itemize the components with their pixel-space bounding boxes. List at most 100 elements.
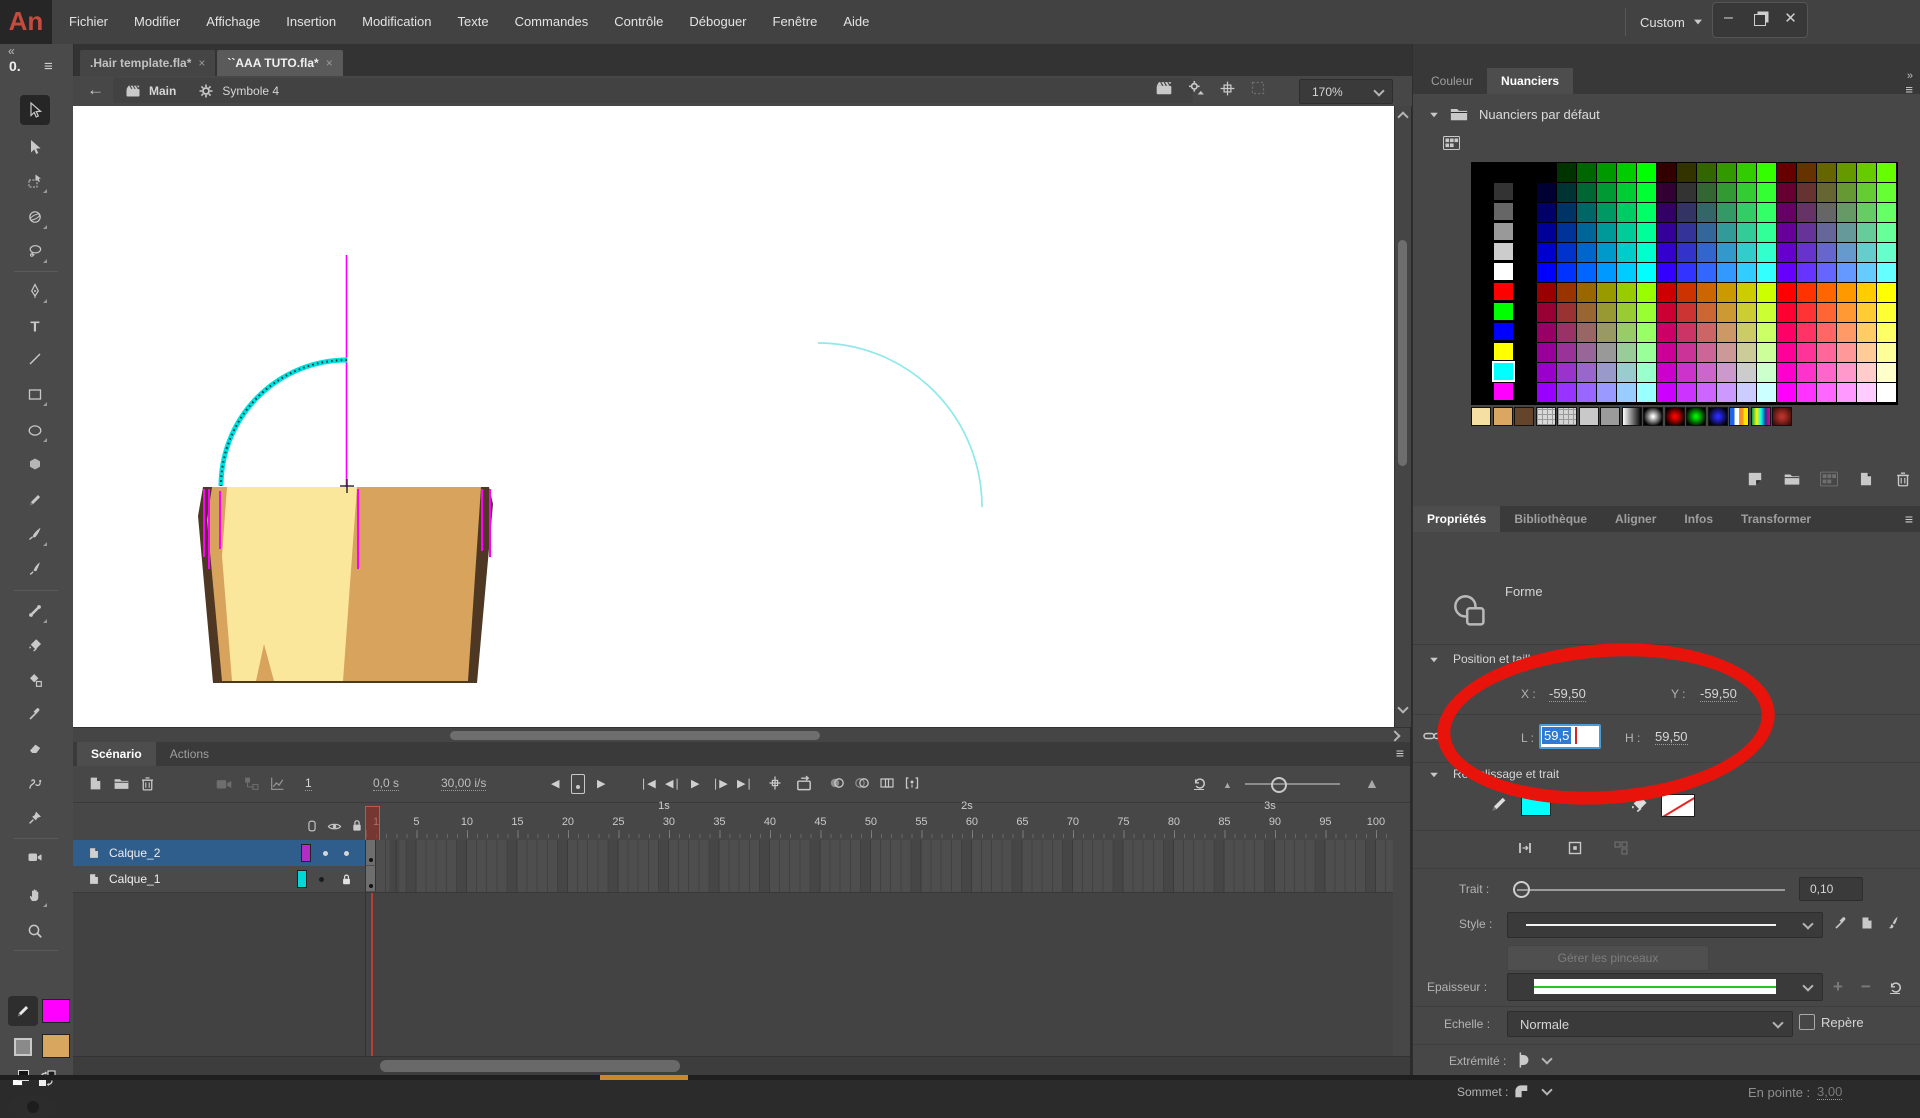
- swatch-33CC33[interactable]: [1737, 183, 1756, 202]
- tab-close-icon[interactable]: ×: [198, 56, 205, 70]
- swatch-CC6633[interactable]: [1697, 303, 1716, 322]
- zoom-in-frames-icon[interactable]: ▲: [1365, 775, 1379, 791]
- style-layers-icon[interactable]: [1859, 915, 1875, 931]
- canvas-hscrollbar[interactable]: [73, 727, 1410, 743]
- close-button[interactable]: ✕: [1775, 3, 1806, 37]
- swatch-FFFFFF[interactable]: [1877, 383, 1896, 402]
- swatch-009900[interactable]: [1597, 163, 1616, 182]
- swatch-CCFFFF[interactable]: [1757, 383, 1776, 402]
- swatch-CC9900[interactable]: [1717, 283, 1736, 302]
- swatch-3300FF[interactable]: [1657, 263, 1676, 282]
- thickness-reset-icon[interactable]: [1887, 979, 1903, 995]
- frame-rate-value[interactable]: 30,00 i/s: [441, 776, 486, 791]
- swatch-0066CC[interactable]: [1577, 243, 1596, 262]
- swatch-33CCFF[interactable]: [1737, 263, 1756, 282]
- properties-tab-bibliothèque[interactable]: Bibliothèque: [1500, 506, 1601, 532]
- fill-color-button[interactable]: [10, 1034, 36, 1060]
- swatch-FFFF33[interactable]: [1877, 303, 1896, 322]
- swatch-66CC66[interactable]: [1857, 203, 1876, 222]
- swatch-CCCCCC[interactable]: [1737, 363, 1756, 382]
- stroke-hinting-icon[interactable]: [1567, 840, 1583, 856]
- swatch-99FF00[interactable]: [1637, 283, 1656, 302]
- swatch-66FF00[interactable]: [1877, 163, 1896, 182]
- swatch-custom-11[interactable]: [1708, 407, 1728, 426]
- layer-row-Calque_1[interactable]: Calque_1: [73, 866, 366, 893]
- swatch-339966[interactable]: [1717, 203, 1736, 222]
- cap-style-icon[interactable]: [1511, 1050, 1531, 1070]
- swatch-66FFFF[interactable]: [1877, 263, 1896, 282]
- more-tools-button[interactable]: [9, 1096, 57, 1118]
- timeline-tab-scénario[interactable]: Scénario: [77, 742, 156, 766]
- breadcrumb-symbol[interactable]: Symbole 4: [222, 84, 279, 98]
- shuttle-back-button[interactable]: ◀: [551, 777, 558, 790]
- swatch-00CC66[interactable]: [1617, 203, 1636, 222]
- swatch-006633[interactable]: [1577, 183, 1596, 202]
- swatch-FFFF66[interactable]: [1877, 323, 1896, 342]
- swatch-003300[interactable]: [1557, 163, 1576, 182]
- swatch-0099FF[interactable]: [1597, 263, 1616, 282]
- swatch-3399FF[interactable]: [1717, 263, 1736, 282]
- trait-slider[interactable]: [1517, 889, 1785, 891]
- reset-timeline-zoom-button[interactable]: [1191, 775, 1207, 791]
- timeline-tab-actions[interactable]: Actions: [156, 742, 223, 766]
- tools-panel-menu-icon[interactable]: ≡: [44, 58, 53, 75]
- puppet-pin-tool[interactable]: [20, 803, 50, 833]
- scroll-right-icon[interactable]: [1389, 730, 1400, 741]
- timeline-hscrollbar[interactable]: [73, 1056, 1410, 1075]
- layer-row-Calque_2[interactable]: Calque_2: [73, 840, 366, 867]
- link-dimensions-icon[interactable]: [1423, 728, 1445, 744]
- swatch-993399[interactable]: [1557, 343, 1576, 362]
- swatch-FF66CC[interactable]: [1817, 363, 1836, 382]
- layer-visibility-dot[interactable]: [319, 877, 324, 882]
- swatch-CC3399[interactable]: [1677, 343, 1696, 362]
- swatch-FFCCCC[interactable]: [1857, 363, 1876, 382]
- swatch-669900[interactable]: [1837, 163, 1856, 182]
- thickness-select[interactable]: [1507, 973, 1823, 1001]
- swatch-FFCC66[interactable]: [1857, 323, 1876, 342]
- hair-cream-shape[interactable]: [222, 487, 357, 681]
- line-tool[interactable]: [20, 344, 50, 374]
- onion-skin-button[interactable]: [829, 775, 845, 791]
- swatch-9933CC[interactable]: [1557, 363, 1576, 382]
- swatch-330033[interactable]: [1657, 183, 1676, 202]
- swatch-993366[interactable]: [1557, 323, 1576, 342]
- swatch-FF6600[interactable]: [1817, 283, 1836, 302]
- swatch-339933[interactable]: [1717, 183, 1736, 202]
- swatch-330066[interactable]: [1657, 203, 1676, 222]
- swatch-009999[interactable]: [1597, 223, 1616, 242]
- swatch-CC0000[interactable]: [1657, 283, 1676, 302]
- fill-section-title[interactable]: Remplissage et trait: [1453, 767, 1559, 781]
- swatch-CCFFCC[interactable]: [1757, 363, 1776, 382]
- swatch-66FF33[interactable]: [1877, 183, 1896, 202]
- swatch-6633FF[interactable]: [1797, 263, 1816, 282]
- classic-brush-tool[interactable]: [20, 519, 50, 549]
- swatch-66CC33[interactable]: [1857, 183, 1876, 202]
- modify-markers-button[interactable]: [904, 775, 920, 791]
- swatch-66CC99[interactable]: [1857, 223, 1876, 242]
- timeline-hscroll-thumb[interactable]: [380, 1060, 680, 1072]
- stage-canvas[interactable]: [73, 106, 1394, 727]
- swatch-6600FF[interactable]: [1777, 263, 1796, 282]
- swatch-custom-5[interactable]: [1579, 407, 1599, 426]
- swatch-FFCCFF[interactable]: [1857, 383, 1876, 402]
- properties-stroke-swatch[interactable]: [1521, 796, 1551, 816]
- scroll-down-icon[interactable]: [1397, 702, 1408, 713]
- y-value[interactable]: -59,50: [1700, 686, 1737, 702]
- keyframe-cell[interactable]: [366, 840, 376, 865]
- swatch-6633CC[interactable]: [1797, 243, 1816, 262]
- delete-swatch-button[interactable]: [1894, 470, 1912, 488]
- swatch-CC33CC[interactable]: [1677, 363, 1696, 382]
- swatch-666600[interactable]: [1817, 163, 1836, 182]
- swatch-custom-6[interactable]: [1600, 407, 1620, 426]
- swatch-00CC99[interactable]: [1617, 223, 1636, 242]
- swatch-FF3300[interactable]: [1797, 283, 1816, 302]
- clip-content-icon[interactable]: [1250, 80, 1266, 96]
- swatch-99FF99[interactable]: [1637, 343, 1656, 362]
- pencil-tool[interactable]: [20, 485, 50, 515]
- swatch-00CC00[interactable]: [1617, 163, 1636, 182]
- go-last-button[interactable]: ▶❘: [737, 777, 753, 790]
- swatch-grid-button[interactable]: [1820, 470, 1838, 488]
- swatch-99FF66[interactable]: [1637, 323, 1656, 342]
- swatch-FF6666[interactable]: [1817, 323, 1836, 342]
- swatch-993333[interactable]: [1557, 303, 1576, 322]
